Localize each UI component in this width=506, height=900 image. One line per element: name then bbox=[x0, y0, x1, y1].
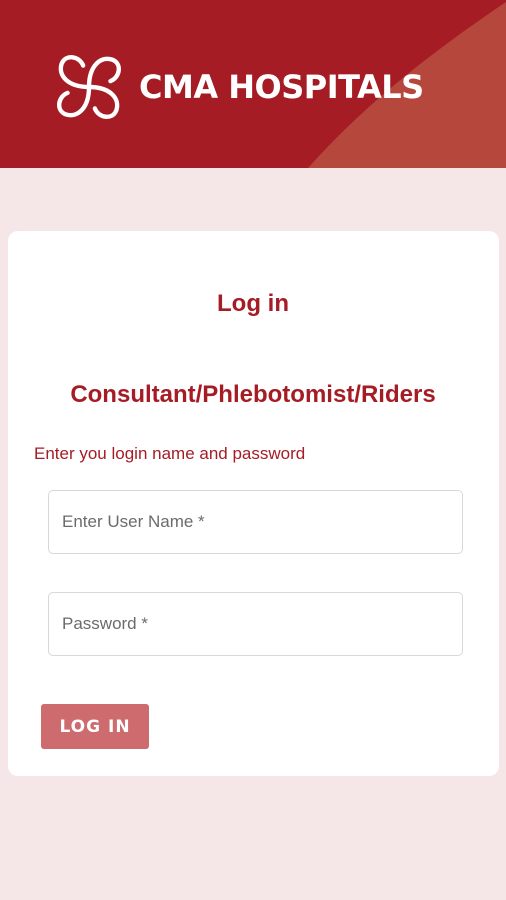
login-subtitle: Consultant/Phlebotomist/Riders bbox=[70, 381, 436, 408]
login-button[interactable]: LOG IN bbox=[41, 704, 149, 749]
app-header: CMA HOSPITALS bbox=[0, 0, 506, 168]
brand: CMA HOSPITALS bbox=[50, 48, 424, 126]
brand-name: CMA HOSPITALS bbox=[139, 68, 424, 106]
username-input[interactable] bbox=[49, 491, 462, 553]
password-field bbox=[48, 592, 463, 656]
login-title: Log in bbox=[217, 290, 289, 317]
hospital-logo-icon bbox=[57, 55, 121, 119]
login-instruction: Enter you login name and password bbox=[34, 444, 306, 463]
username-field bbox=[48, 490, 463, 554]
password-input[interactable] bbox=[49, 593, 462, 655]
